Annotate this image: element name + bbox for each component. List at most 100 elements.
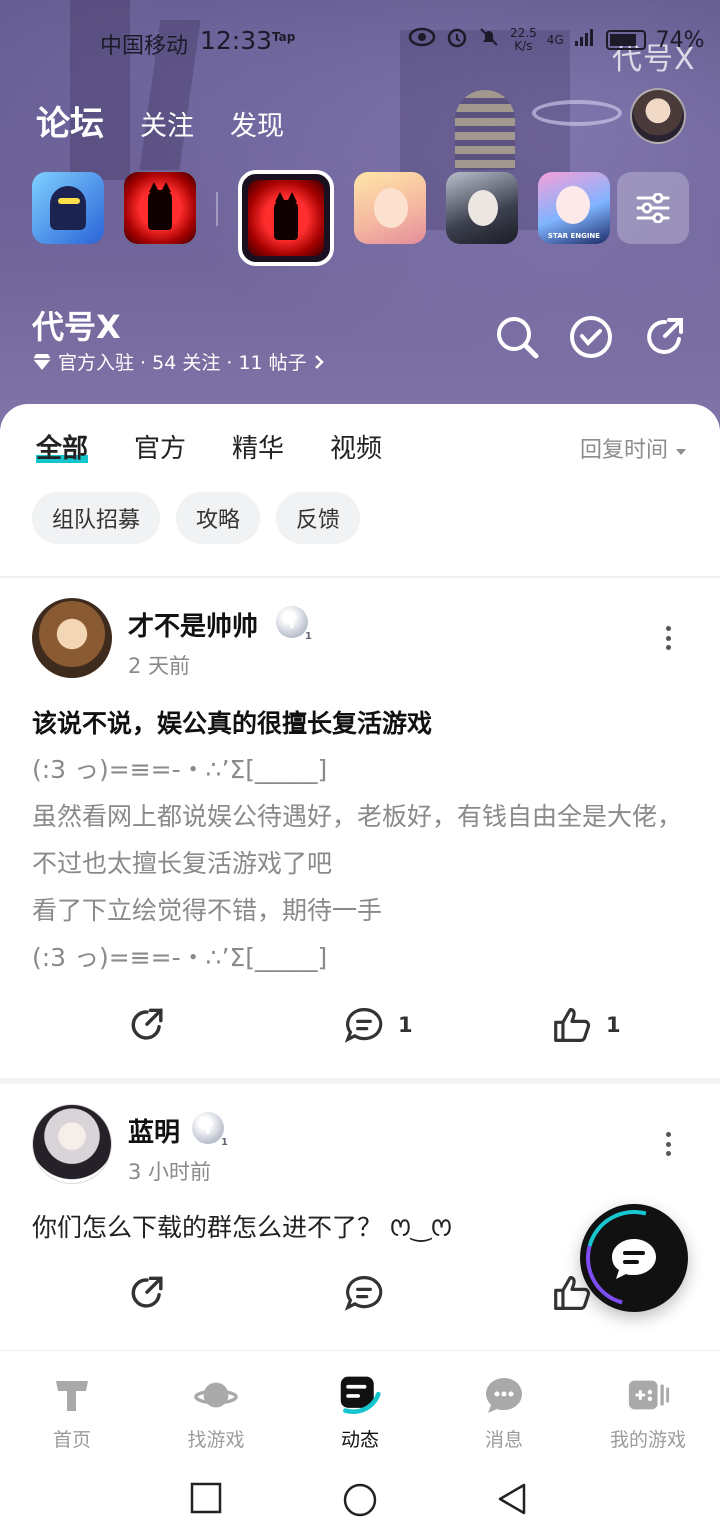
- network-speed: 22.5 K/s: [510, 26, 537, 53]
- filter-settings-button[interactable]: [617, 172, 689, 244]
- nav-feed[interactable]: 动态: [300, 1373, 420, 1452]
- nav-my-games[interactable]: 我的游戏: [588, 1373, 708, 1452]
- share-icon: [131, 1008, 163, 1040]
- game-icon[interactable]: [124, 172, 196, 244]
- caret-down-icon: [676, 449, 687, 455]
- forum-actions: [494, 314, 688, 360]
- nav-label: 消息: [484, 1429, 523, 1451]
- planet-icon: [194, 1373, 238, 1417]
- game-icon-selected[interactable]: [238, 170, 334, 266]
- signal-icon: [574, 27, 596, 53]
- clock: 12:33: [200, 26, 273, 55]
- post-actions: 1 1: [0, 1006, 720, 1056]
- comment-button[interactable]: [344, 1274, 398, 1312]
- more-options-icon[interactable]: [662, 1132, 674, 1156]
- level-badge-icon: T1: [192, 1112, 228, 1148]
- game-icon[interactable]: STAR ENGINE: [538, 172, 610, 244]
- chip-team-recruit[interactable]: 组队招募: [32, 492, 161, 544]
- mute-bell-icon: [478, 26, 500, 54]
- game-icon[interactable]: [354, 172, 426, 244]
- home-circle-icon[interactable]: [342, 1482, 378, 1518]
- chip-guide[interactable]: 攻略: [176, 492, 261, 544]
- nav-label: 找游戏: [187, 1429, 245, 1451]
- user-avatar[interactable]: [630, 88, 686, 144]
- comment-button[interactable]: 1: [344, 1006, 413, 1044]
- favorite-button[interactable]: [568, 314, 614, 360]
- comment-icon: [344, 1008, 383, 1043]
- forum-meta[interactable]: 官方入驻 · 54 关注 · 11 帖子: [32, 348, 325, 375]
- nav-find-games[interactable]: 找游戏: [156, 1373, 276, 1452]
- followed-games-strip: STAR ENGINE: [32, 170, 692, 266]
- eye-icon: [408, 27, 436, 53]
- heart-check-icon: [570, 316, 612, 358]
- content-tabs: 全部 官方 精华 视频: [36, 428, 382, 465]
- battery-percent: 74%: [655, 27, 705, 53]
- diamond-icon: [33, 353, 51, 370]
- sort-label: 回复时间: [580, 438, 669, 463]
- tab-forum[interactable]: 论坛: [36, 96, 104, 145]
- level-badge-icon: T1: [276, 606, 312, 642]
- forum-meta-text: 官方入驻 · 54 关注 · 11 帖子: [58, 352, 307, 374]
- search-icon: [497, 317, 539, 359]
- tab-featured[interactable]: 精华: [232, 428, 284, 465]
- author-name[interactable]: 才不是帅帅: [128, 606, 258, 643]
- cat-silhouette-icon: [274, 192, 298, 240]
- game-icon-logo-text: STAR ENGINE: [547, 232, 601, 240]
- tab-all[interactable]: 全部: [36, 428, 89, 465]
- share-button[interactable]: [128, 1006, 166, 1044]
- divider: [0, 576, 720, 578]
- game-icon[interactable]: [32, 172, 104, 244]
- author-name[interactable]: 蓝明: [128, 1112, 180, 1149]
- chevron-right-icon: [314, 354, 324, 369]
- message-icon: [482, 1373, 526, 1417]
- post-time: 2 天前: [128, 654, 191, 678]
- post-body: (:3 っ)=≡=-・∴’Σ[_____] 虽然看网上都说娱公待遇好，老板好，有…: [32, 746, 692, 981]
- divider: [0, 1078, 720, 1084]
- banner-halo-art: [532, 100, 622, 126]
- recent-apps-icon[interactable]: [190, 1482, 222, 1514]
- nav-home[interactable]: 首页: [12, 1373, 132, 1452]
- like-button[interactable]: 1: [552, 1006, 621, 1044]
- compose-post-fab[interactable]: [580, 1204, 688, 1312]
- tab-discover[interactable]: 发现: [230, 104, 284, 143]
- gamepad-icon: [626, 1373, 670, 1417]
- top-nav: 论坛 关注 发现: [36, 96, 284, 145]
- banner-art: [455, 90, 515, 170]
- bottom-nav: 首页 找游戏 动态 消息 我的游戏: [0, 1350, 720, 1460]
- thumbs-up-icon: [554, 1008, 591, 1042]
- more-options-icon[interactable]: [662, 626, 674, 650]
- status-bar: 中国移动 12:33 Tap 22.5 K/s 4G 74%: [0, 26, 720, 59]
- system-nav-bar: [0, 1460, 720, 1540]
- sort-dropdown[interactable]: 回复时间: [580, 432, 687, 464]
- feed-icon: [338, 1373, 382, 1417]
- tap-status-icon: Tap: [272, 30, 296, 44]
- author-avatar[interactable]: [32, 1104, 112, 1184]
- sliders-icon: [636, 193, 670, 223]
- post-body-line: (:3 っ)=≡=-・∴’Σ[_____]: [32, 755, 328, 784]
- chat-bubble-icon: [612, 1239, 656, 1279]
- tab-follow[interactable]: 关注: [140, 104, 194, 143]
- tab-official[interactable]: 官方: [134, 428, 186, 465]
- post-time: 3 小时前: [128, 1160, 212, 1184]
- share-button[interactable]: [128, 1274, 166, 1312]
- tap-home-icon: [50, 1373, 94, 1417]
- author-avatar[interactable]: [32, 598, 112, 678]
- network-type: 4G: [546, 32, 564, 47]
- nav-label: 动态: [340, 1429, 379, 1451]
- post-body-line: 虽然看网上都说娱公待遇好，老板好，有钱自由全是大佬，不过也太擅长复活游戏了吧: [32, 802, 683, 878]
- post-body-line: 看了下立绘觉得不错，期待一手: [32, 896, 383, 925]
- alarm-icon: [446, 26, 468, 54]
- share-button[interactable]: [642, 314, 688, 360]
- battery-icon: [605, 30, 646, 50]
- search-button[interactable]: [494, 314, 540, 360]
- carrier-name: 中国移动: [100, 34, 189, 59]
- back-triangle-icon[interactable]: [496, 1482, 528, 1516]
- post-body-line: (:3 っ)=≡=-・∴’Σ[_____]: [32, 943, 328, 972]
- post-title: 该说不说，娱公真的很擅长复活游戏: [32, 709, 433, 738]
- forum-header-banner: 代号X 中国移动 12:33 Tap 22.5 K/s 4G 74% 论坛 关注…: [0, 0, 720, 430]
- game-icon[interactable]: [446, 172, 518, 244]
- nav-messages[interactable]: 消息: [444, 1373, 564, 1452]
- tab-video[interactable]: 视频: [330, 428, 382, 465]
- chip-feedback[interactable]: 反馈: [276, 492, 361, 544]
- nav-label: 我的游戏: [609, 1429, 686, 1451]
